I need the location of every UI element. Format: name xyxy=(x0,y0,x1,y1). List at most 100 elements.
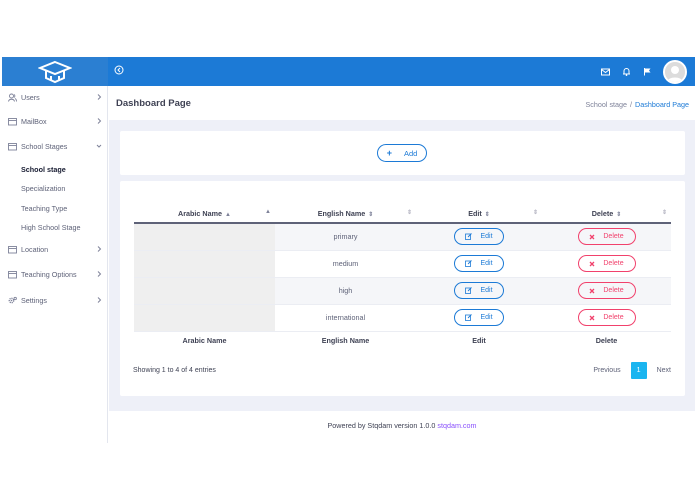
user-silhouette-icon xyxy=(665,61,685,82)
sidebar-item-mailbox[interactable]: MailBox xyxy=(2,113,108,129)
breadcrumb-current[interactable]: Dashboard Page xyxy=(635,100,689,109)
column-header-arabic-name[interactable]: Arabic Name ▲ ▲ xyxy=(134,204,275,224)
gear-icon xyxy=(8,296,17,305)
logo[interactable] xyxy=(2,57,108,86)
cell-english-name: medium xyxy=(275,249,416,277)
sort-asc-icon: ▲ xyxy=(225,211,231,218)
breadcrumb: School stage / Dashboard Page xyxy=(585,100,689,109)
sidebar-item-location[interactable]: Location xyxy=(2,241,108,257)
footer-header-arabic-name: Arabic Name xyxy=(134,330,275,350)
chevron-right-icon xyxy=(96,117,102,125)
plus-icon: + xyxy=(386,148,392,158)
mailbox-icon xyxy=(8,117,17,126)
table-footer-row: Arabic Name English Name Edit Delete xyxy=(134,330,671,350)
table-row: international Edit Delete xyxy=(134,303,671,331)
footer-header-english-name: English Name xyxy=(275,330,416,350)
sidebar-item-label: MailBox xyxy=(21,116,47,126)
sidebar-item-label: Teaching Options xyxy=(21,269,77,279)
table-row: primary Edit Delete xyxy=(134,222,671,250)
close-icon xyxy=(589,234,595,240)
cell-edit: Edit xyxy=(416,222,542,250)
data-table: Arabic Name ▲ ▲ English Name ⇕ ⇕ Edit ⇕ ⇕ Dele… xyxy=(134,204,671,350)
top-bar xyxy=(2,57,695,86)
edit-icon xyxy=(465,233,473,241)
sort-icon: ⇕ xyxy=(484,211,490,218)
sidebar-item-label: Settings xyxy=(21,295,47,305)
toggle-arrow-icon xyxy=(114,65,124,75)
mail-icon[interactable] xyxy=(600,67,610,77)
table-card: Arabic Name ▲ ▲ English Name ⇕ ⇕ Edit ⇕ ⇕ Dele… xyxy=(120,181,685,396)
footer-text: Powered by Stqdam version 1.0.0 xyxy=(327,421,436,430)
current-page-button[interactable]: 1 xyxy=(630,362,647,379)
cell-delete: Delete xyxy=(542,276,671,304)
main-content: Dashboard Page School stage / Dashboard Pa… xyxy=(109,86,695,443)
cell-delete: Delete xyxy=(542,249,671,277)
folder-icon xyxy=(8,245,17,254)
sort-icon: ⇕ xyxy=(406,210,412,216)
bell-icon[interactable] xyxy=(621,67,631,77)
sidebar-item-label: Users xyxy=(21,92,40,102)
edit-button[interactable]: Edit xyxy=(454,282,504,299)
next-page-button[interactable]: Next xyxy=(653,362,675,379)
add-button-label: Add xyxy=(403,148,418,158)
chevron-right-icon xyxy=(96,296,102,304)
edit-button[interactable]: Edit xyxy=(454,255,504,272)
sidebar-toggle-button[interactable] xyxy=(114,65,126,77)
folder-icon xyxy=(8,142,17,151)
chevron-down-icon xyxy=(96,142,102,150)
table-header-row: Arabic Name ▲ ▲ English Name ⇕ ⇕ Edit ⇕ ⇕ Dele… xyxy=(134,204,671,224)
delete-button[interactable]: Delete xyxy=(577,255,636,272)
cell-arabic-name xyxy=(134,303,275,331)
page-header: Dashboard Page School stage / Dashboard Pa… xyxy=(109,86,695,120)
cell-arabic-name xyxy=(134,276,275,304)
edit-button[interactable]: Edit xyxy=(454,228,504,246)
avatar[interactable] xyxy=(663,59,687,84)
sort-icon: ⇕ xyxy=(532,210,538,216)
sidebar-subitem-high-school-stage[interactable]: High School Stage xyxy=(21,223,81,232)
delete-button[interactable]: Delete xyxy=(577,309,636,326)
sidebar-subitem-teaching-type[interactable]: Teaching Type xyxy=(21,204,67,213)
edit-icon xyxy=(465,287,473,294)
edit-icon xyxy=(465,314,473,321)
column-header-edit[interactable]: Edit ⇕ ⇕ xyxy=(416,204,542,224)
add-card: + Add xyxy=(120,131,685,175)
top-icons xyxy=(600,57,687,86)
delete-button[interactable]: Delete xyxy=(577,228,636,246)
sidebar-item-school-stages[interactable]: School Stages xyxy=(2,138,108,154)
edit-icon xyxy=(465,260,473,267)
folder-icon xyxy=(8,270,17,279)
chevron-right-icon xyxy=(96,270,102,278)
previous-page-button[interactable]: Previous xyxy=(589,362,624,379)
footer-header-delete: Delete xyxy=(542,330,671,350)
sort-icon: ⇕ xyxy=(661,210,667,216)
sort-icon: ▲ xyxy=(265,209,271,215)
sidebar-item-label: Location xyxy=(21,244,49,254)
delete-button[interactable]: Delete xyxy=(577,282,636,299)
sidebar-subitem-specialization[interactable]: Specialization xyxy=(21,184,65,193)
column-header-delete[interactable]: Delete ⇕ ⇕ xyxy=(542,204,671,224)
breadcrumb-separator: / xyxy=(630,100,633,109)
table-info: Showing 1 to 4 of 4 entries xyxy=(133,367,216,374)
sidebar-item-users[interactable]: Users xyxy=(2,89,108,105)
breadcrumb-item[interactable]: School stage xyxy=(585,100,627,109)
chevron-right-icon xyxy=(96,93,102,101)
graduation-cap-icon xyxy=(38,60,72,83)
flag-icon[interactable] xyxy=(642,67,652,77)
footer-link[interactable]: stqdam.com xyxy=(437,421,476,430)
cell-delete: Delete xyxy=(542,222,671,250)
sidebar-item-settings[interactable]: Settings xyxy=(2,292,108,308)
add-button[interactable]: + Add xyxy=(377,144,427,162)
sidebar-item-label: School Stages xyxy=(21,141,68,151)
column-header-english-name[interactable]: English Name ⇕ ⇕ xyxy=(275,204,416,224)
cell-english-name: international xyxy=(275,303,416,331)
cell-edit: Edit xyxy=(416,276,542,304)
sidebar: Users MailBox School Stages School stage… xyxy=(2,86,108,443)
footer-header-edit: Edit xyxy=(416,330,542,350)
edit-button[interactable]: Edit xyxy=(454,309,504,326)
table-row: high Edit Delete xyxy=(134,276,671,304)
cell-arabic-name xyxy=(134,249,275,277)
sidebar-subitem-school-stage[interactable]: School stage xyxy=(21,165,66,174)
cell-english-name: high xyxy=(275,276,416,304)
cell-arabic-name xyxy=(134,222,275,250)
sidebar-item-teaching-options[interactable]: Teaching Options xyxy=(2,266,108,282)
